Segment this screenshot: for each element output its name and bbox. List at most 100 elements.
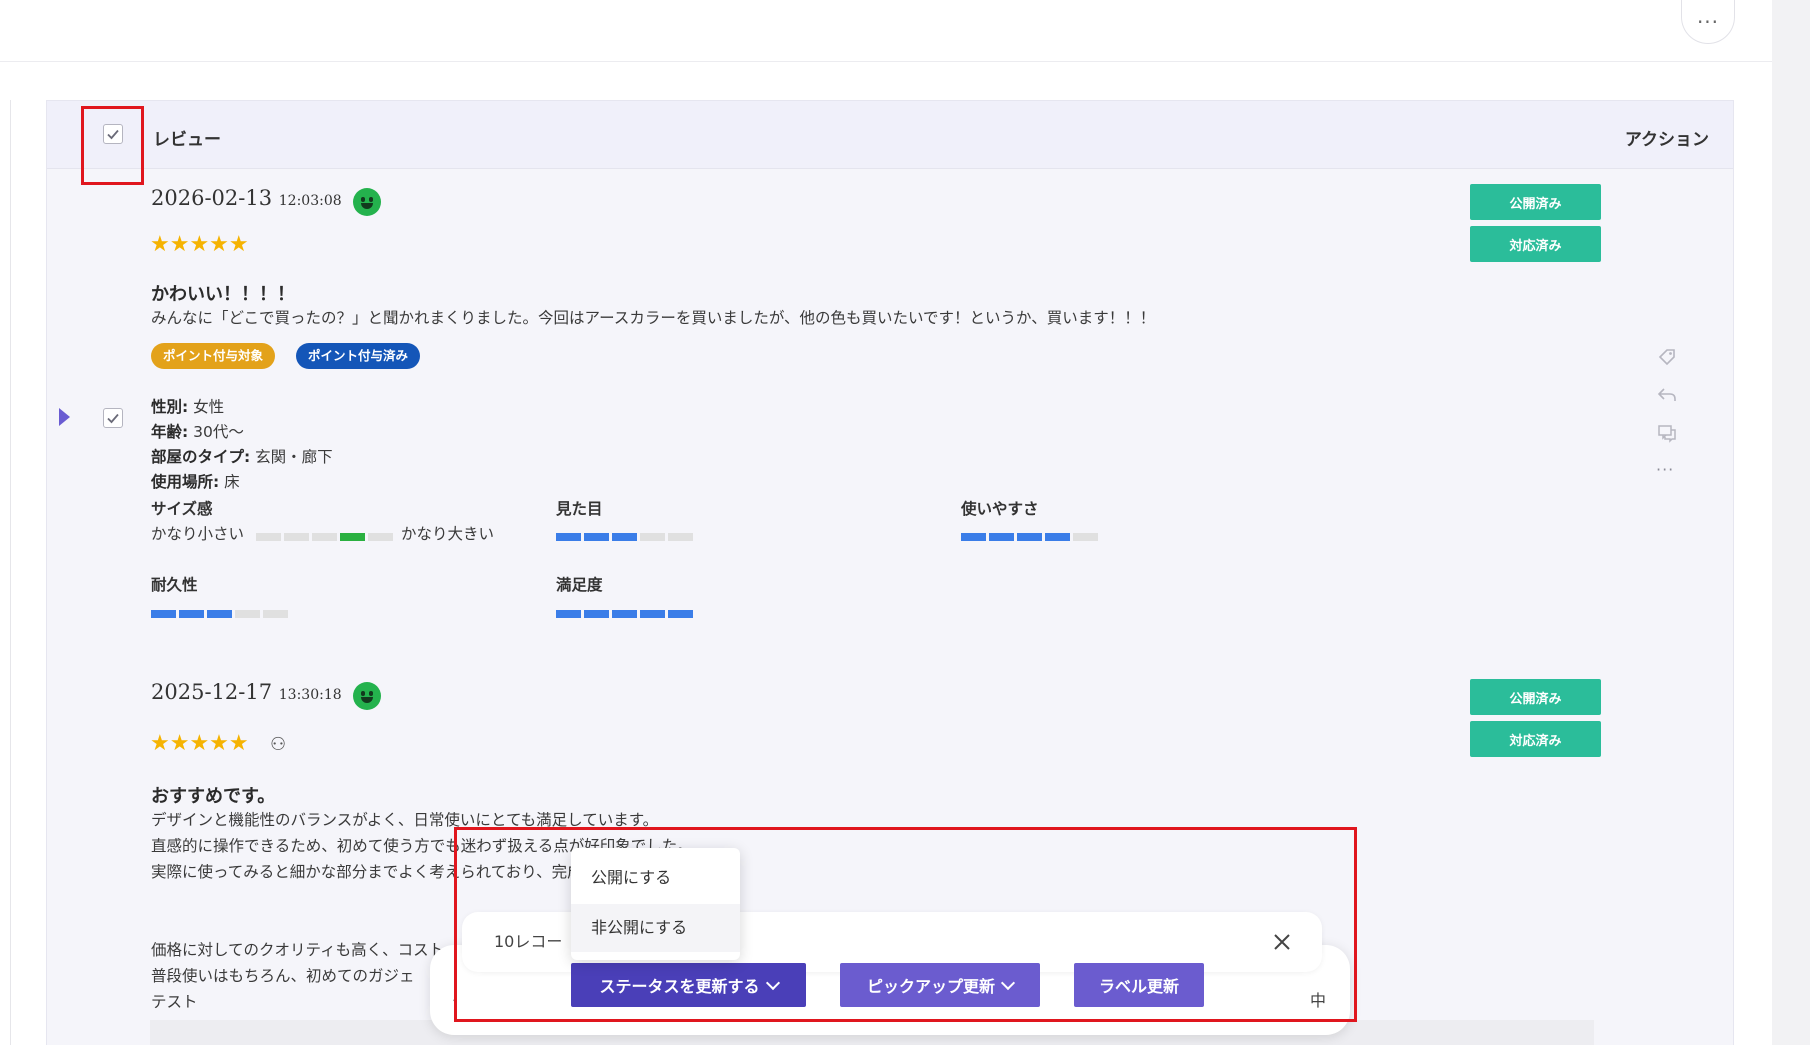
rating-segment [612,610,637,618]
rating-segment [640,610,665,618]
metric-size-low: かなり小さい [151,525,245,543]
rating-segment [263,610,288,618]
review-date-day: 2025-12-17 [151,680,273,704]
metric-durability-label: 耐久性 [151,576,198,594]
reply-icon[interactable] [1656,384,1678,406]
award-icon: ⚇ [270,734,287,755]
tag-icon[interactable] [1656,346,1678,368]
expand-row-icon[interactable] [59,408,70,426]
metric-durability-bar [151,610,288,618]
bulk-bar-trailing-text: 中 [1310,991,1327,1010]
review-body-line: 普段使いはもちろん、初めてのガジェ [151,967,415,985]
meta-value: 女性 [188,398,225,416]
meta-key: 使用場所: [151,473,220,491]
rating-segment [584,610,609,618]
column-header-action: アクション [1624,130,1709,150]
dropdown-item-unpublish[interactable]: 非公開にする [571,904,740,952]
update-pickup-button[interactable]: ピックアップ更新 [840,963,1040,1007]
rating-segment [151,610,176,618]
meta-location: 使用場所: 床 [151,470,240,495]
meta-key: 年齢: [151,423,189,441]
smile-icon [353,188,381,216]
review-date: 2025-12-17 13:30:18 [151,680,342,704]
update-label-button[interactable]: ラベル更新 [1074,963,1204,1007]
status-handled-button[interactable]: 対応済み [1470,226,1601,262]
rating-segment [312,533,337,541]
update-pickup-label: ピックアップ更新 [866,977,995,996]
review-date: 2026-02-13 12:03:08 [151,186,342,210]
rating-stars: ★★★★★ [150,731,249,756]
smile-icon [353,682,381,710]
review-body-line: デザインと機能性のバランスがよく、日常使いにとても満足しています。 [151,811,659,829]
meta-value: 30代〜 [188,423,244,441]
meta-room-type: 部屋のタイプ: 玄関・廊下 [151,445,333,470]
metric-usability-bar [961,533,1098,541]
status-handled-button[interactable]: 対応済み [1470,721,1601,757]
more-icon[interactable]: ··· [1656,460,1678,482]
review-date-day: 2026-02-13 [151,186,273,210]
close-icon[interactable] [1270,930,1294,954]
meta-gender: 性別: 女性 [151,395,224,420]
rating-segment [284,533,309,541]
rating-segment [1045,533,1070,541]
rating-segment [256,533,281,541]
rating-segment [668,533,693,541]
chevron-left-icon[interactable]: ‹ [452,990,458,1009]
status-dropdown-menu: 公開にする 非公開にする [571,848,740,960]
comment-icon[interactable] [1656,422,1678,444]
meta-age: 年齢: 30代〜 [151,420,244,445]
selected-count-text: 10レコー [494,932,563,951]
rating-segment [368,533,393,541]
review-title: おすすめです。 [151,786,276,807]
metric-appearance-label: 見た目 [556,500,603,518]
rating-segment [556,533,581,541]
metric-size-bar [256,533,393,541]
rating-segment [207,610,232,618]
update-status-button[interactable]: ステータスを更新する [571,963,806,1007]
review-body-line: テスト [151,993,198,1011]
review-date-time: 12:03:08 [278,193,342,209]
metric-size-label: サイズ感 [151,500,213,518]
review-body-line: 価格に対してのクオリティも高く、コスト [151,941,445,959]
top-bar [0,0,1772,62]
check-icon [107,129,119,140]
meta-value: 床 [219,473,240,491]
rating-stars: ★★★★★ [150,232,249,257]
metric-size-high: かなり大きい [401,525,495,543]
metric-usability-label: 使いやすさ [961,500,1039,518]
rating-segment [668,610,693,618]
rating-segment [989,533,1014,541]
dropdown-item-publish[interactable]: 公開にする [571,854,740,902]
review-body: みんなに「どこで買ったの？」と聞かれまくりました。今回はアースカラーを買いました… [151,309,1156,327]
status-published-button[interactable]: 公開済み [1470,184,1601,220]
metric-satisfaction-bar [556,610,693,618]
row-checkbox[interactable] [103,408,123,428]
chevron-down-icon [1000,975,1016,990]
badge-point-granted: ポイント付与済み [296,343,421,369]
rating-segment [235,610,260,618]
rating-segment [961,533,986,541]
meta-key: 部屋のタイプ: [151,448,251,466]
rating-segment [340,533,365,541]
left-divider [10,100,11,1045]
review-title: かわいい！！！！ [151,284,295,305]
page-scrollbar-gutter [1772,0,1810,1045]
column-header-review: レビュー [153,130,221,150]
rating-segment [1017,533,1042,541]
check-icon [107,413,119,424]
rating-segment [1073,533,1098,541]
status-published-button[interactable]: 公開済み [1470,679,1601,715]
metric-appearance-bar [556,533,693,541]
select-all-checkbox[interactable] [103,124,123,144]
rating-segment [179,610,204,618]
rating-segment [556,610,581,618]
update-status-label: ステータスを更新する [599,977,760,996]
meta-value: 玄関・廊下 [250,448,333,466]
meta-key: 性別: [151,398,189,416]
rating-segment [584,533,609,541]
rating-segment [640,533,665,541]
chevron-down-icon [765,975,780,990]
metric-satisfaction-label: 満足度 [556,576,603,594]
review-date-time: 13:30:18 [278,687,342,703]
table-header: レビュー アクション [47,101,1733,169]
